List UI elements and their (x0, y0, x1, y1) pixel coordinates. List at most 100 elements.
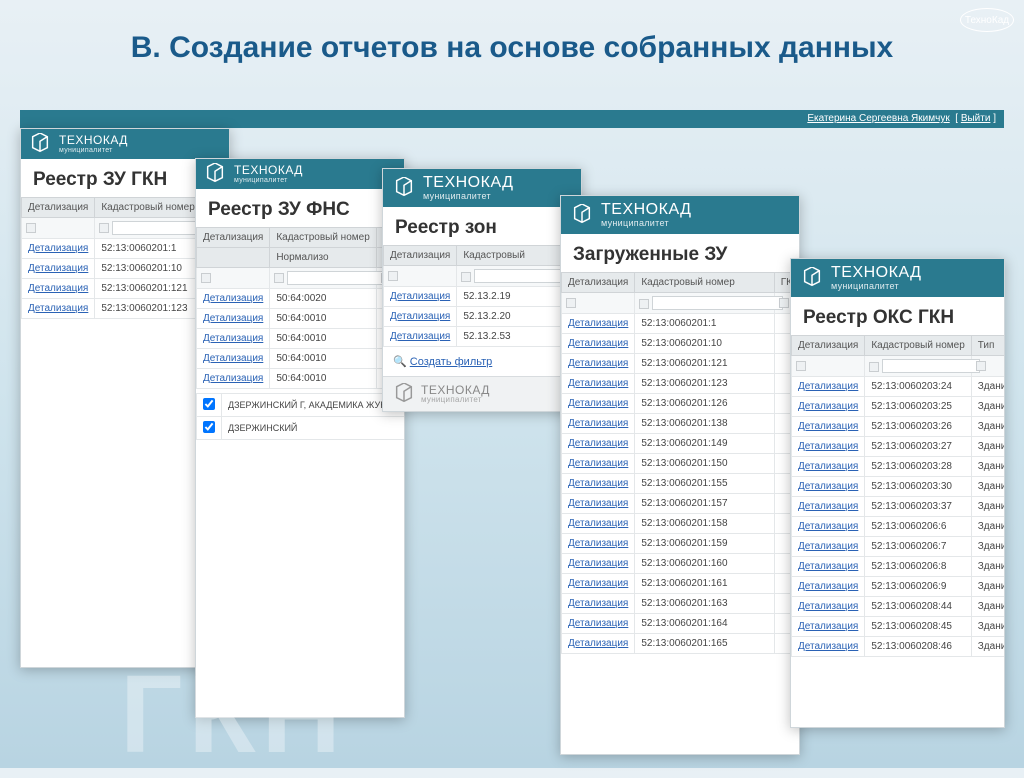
detail-link[interactable]: Детализация (28, 263, 88, 274)
row-checkbox[interactable] (203, 421, 215, 433)
detail-link[interactable]: Детализация (568, 458, 628, 469)
cell: 52:13:0060203:26 (865, 417, 971, 437)
table-row: Детализация50:64:001050:64:0010 (197, 329, 406, 349)
col-cadnum[interactable]: Кадастровый номер (270, 228, 376, 248)
filter-input[interactable] (882, 359, 979, 373)
table-row: Детализация 52:13:0060201:158 (562, 514, 799, 534)
detail-link[interactable]: Детализация (568, 618, 628, 629)
detail-link[interactable]: Детализация (798, 521, 858, 532)
col-detail[interactable]: Детализация (197, 228, 270, 248)
detail-link[interactable]: Детализация (568, 578, 628, 589)
cell: 50:64:0010 (270, 329, 376, 349)
detail-link[interactable]: Детализация (798, 541, 858, 552)
detail-link[interactable]: Детализация (203, 353, 263, 364)
filter-input[interactable] (652, 296, 782, 310)
detail-link[interactable]: Детализация (28, 243, 88, 254)
detail-link[interactable]: Детализация (568, 638, 628, 649)
detail-link[interactable]: Детализация (568, 598, 628, 609)
detail-link[interactable]: Детализация (798, 481, 858, 492)
detail-link[interactable]: Детализация (28, 283, 88, 294)
detail-link[interactable]: Детализация (798, 641, 858, 652)
filter-input[interactable] (287, 271, 384, 285)
detail-link[interactable]: Детализация (28, 303, 88, 314)
filter-icon[interactable] (779, 298, 789, 308)
create-filter-link[interactable]: Создать фильтр (410, 356, 493, 368)
detail-link[interactable]: Детализация (390, 331, 450, 342)
detail-link[interactable]: Детализация (568, 538, 628, 549)
filter-icon[interactable] (796, 361, 806, 371)
table-row: Детализация52:13:0060201:123 (562, 374, 799, 394)
detail-link[interactable]: Детализация (568, 478, 628, 489)
detail-link[interactable]: Детализация (798, 581, 858, 592)
cell: 50:64:0020 (270, 289, 376, 309)
filter-icon[interactable] (976, 361, 986, 371)
filter-icon[interactable] (99, 223, 109, 233)
detail-link[interactable]: Детализация (568, 498, 628, 509)
filter-row (562, 293, 799, 314)
filter-icon[interactable] (26, 223, 36, 233)
detail-link[interactable]: Детализация (798, 441, 858, 452)
detail-link[interactable]: Детализация (203, 293, 263, 304)
col-detail[interactable]: Детализация (562, 273, 635, 293)
filter-icon[interactable] (566, 298, 576, 308)
col-type[interactable]: Тип (971, 336, 1005, 356)
row-checkbox[interactable] (203, 398, 215, 410)
table-row: Детализация52:13:0060208:45Здание (792, 617, 1006, 637)
detail-link[interactable]: Детализация (798, 621, 858, 632)
detail-link[interactable]: Детализация (798, 401, 858, 412)
filter-icon[interactable] (639, 299, 649, 309)
table-row: Детализация52:13:0060206:6Здание (792, 517, 1006, 537)
cell: 52:13:0060201:126 (635, 394, 774, 414)
table-row: Детализация52:13:0060203:37Здание (792, 497, 1006, 517)
cell: 52:13:0060201:158 (635, 514, 774, 534)
col-cadnum[interactable]: Кадастровый номер (865, 336, 971, 356)
detail-link[interactable]: Детализация (568, 438, 628, 449)
detail-link[interactable]: Детализация (798, 381, 858, 392)
window-header: ТЕХНОКАД муниципалитет (561, 196, 799, 234)
detail-link[interactable]: Детализация (798, 601, 858, 612)
detail-link[interactable]: Детализация (798, 461, 858, 472)
cell-type: Здание (971, 517, 1005, 537)
filter-icon[interactable] (201, 273, 211, 283)
table-row: Детализация52:13:0060201:1 (562, 314, 799, 334)
detail-link[interactable]: Детализация (798, 561, 858, 572)
filter-icon[interactable] (461, 272, 471, 282)
corner-brand-badge: ТехноКад (960, 8, 1014, 32)
table-row: Детализация50:64:001050:64:0010 (197, 349, 406, 369)
filter-icon[interactable] (869, 362, 879, 372)
filter-icon[interactable] (274, 273, 284, 283)
detail-link[interactable]: Детализация (568, 358, 628, 369)
detail-link[interactable]: Детализация (568, 378, 628, 389)
detail-link[interactable]: Детализация (203, 313, 263, 324)
brand-sub: муниципалитет (421, 396, 490, 404)
detail-link[interactable]: Детализация (798, 421, 858, 432)
filter-icon[interactable] (388, 271, 398, 281)
table-row: Детализация52:13:0060201:157 (562, 494, 799, 514)
subcol-normalize[interactable]: Нормализо (270, 248, 376, 268)
col-detail[interactable]: Детализация (22, 198, 95, 218)
cell-type: Здание (971, 377, 1005, 397)
detail-link[interactable]: Детализация (568, 338, 628, 349)
logout-link[interactable]: Выйти (961, 113, 991, 124)
cell-addr: ДЗЕРЖИНСКИЙ (222, 417, 406, 440)
detail-link[interactable]: Детализация (390, 291, 450, 302)
cell: 52:13:0060201:155 (635, 474, 774, 494)
table-row: Детализация52:13:0060201:160 (562, 554, 799, 574)
col-detail[interactable]: Детализация (384, 246, 457, 266)
cell: 52:13:0060201:159 (635, 534, 774, 554)
table-row: Детализация52:13:0060208:46Здание (792, 637, 1006, 657)
col-detail[interactable]: Детализация (792, 336, 865, 356)
detail-link[interactable]: Детализация (798, 501, 858, 512)
detail-link[interactable]: Детализация (568, 518, 628, 529)
detail-link[interactable]: Детализация (568, 318, 628, 329)
detail-link[interactable]: Детализация (203, 373, 263, 384)
detail-link[interactable]: Детализация (568, 558, 628, 569)
filter-row (792, 356, 1006, 377)
col-cadnum[interactable]: Кадастровый номер (635, 273, 774, 293)
detail-link[interactable]: Детализация (568, 418, 628, 429)
detail-link[interactable]: Детализация (568, 398, 628, 409)
user-name-link[interactable]: Екатерина Сергеевна Якимчук (807, 113, 949, 124)
table-row: Детализация52:13:0060201:165 (562, 634, 799, 654)
detail-link[interactable]: Детализация (390, 311, 450, 322)
detail-link[interactable]: Детализация (203, 333, 263, 344)
